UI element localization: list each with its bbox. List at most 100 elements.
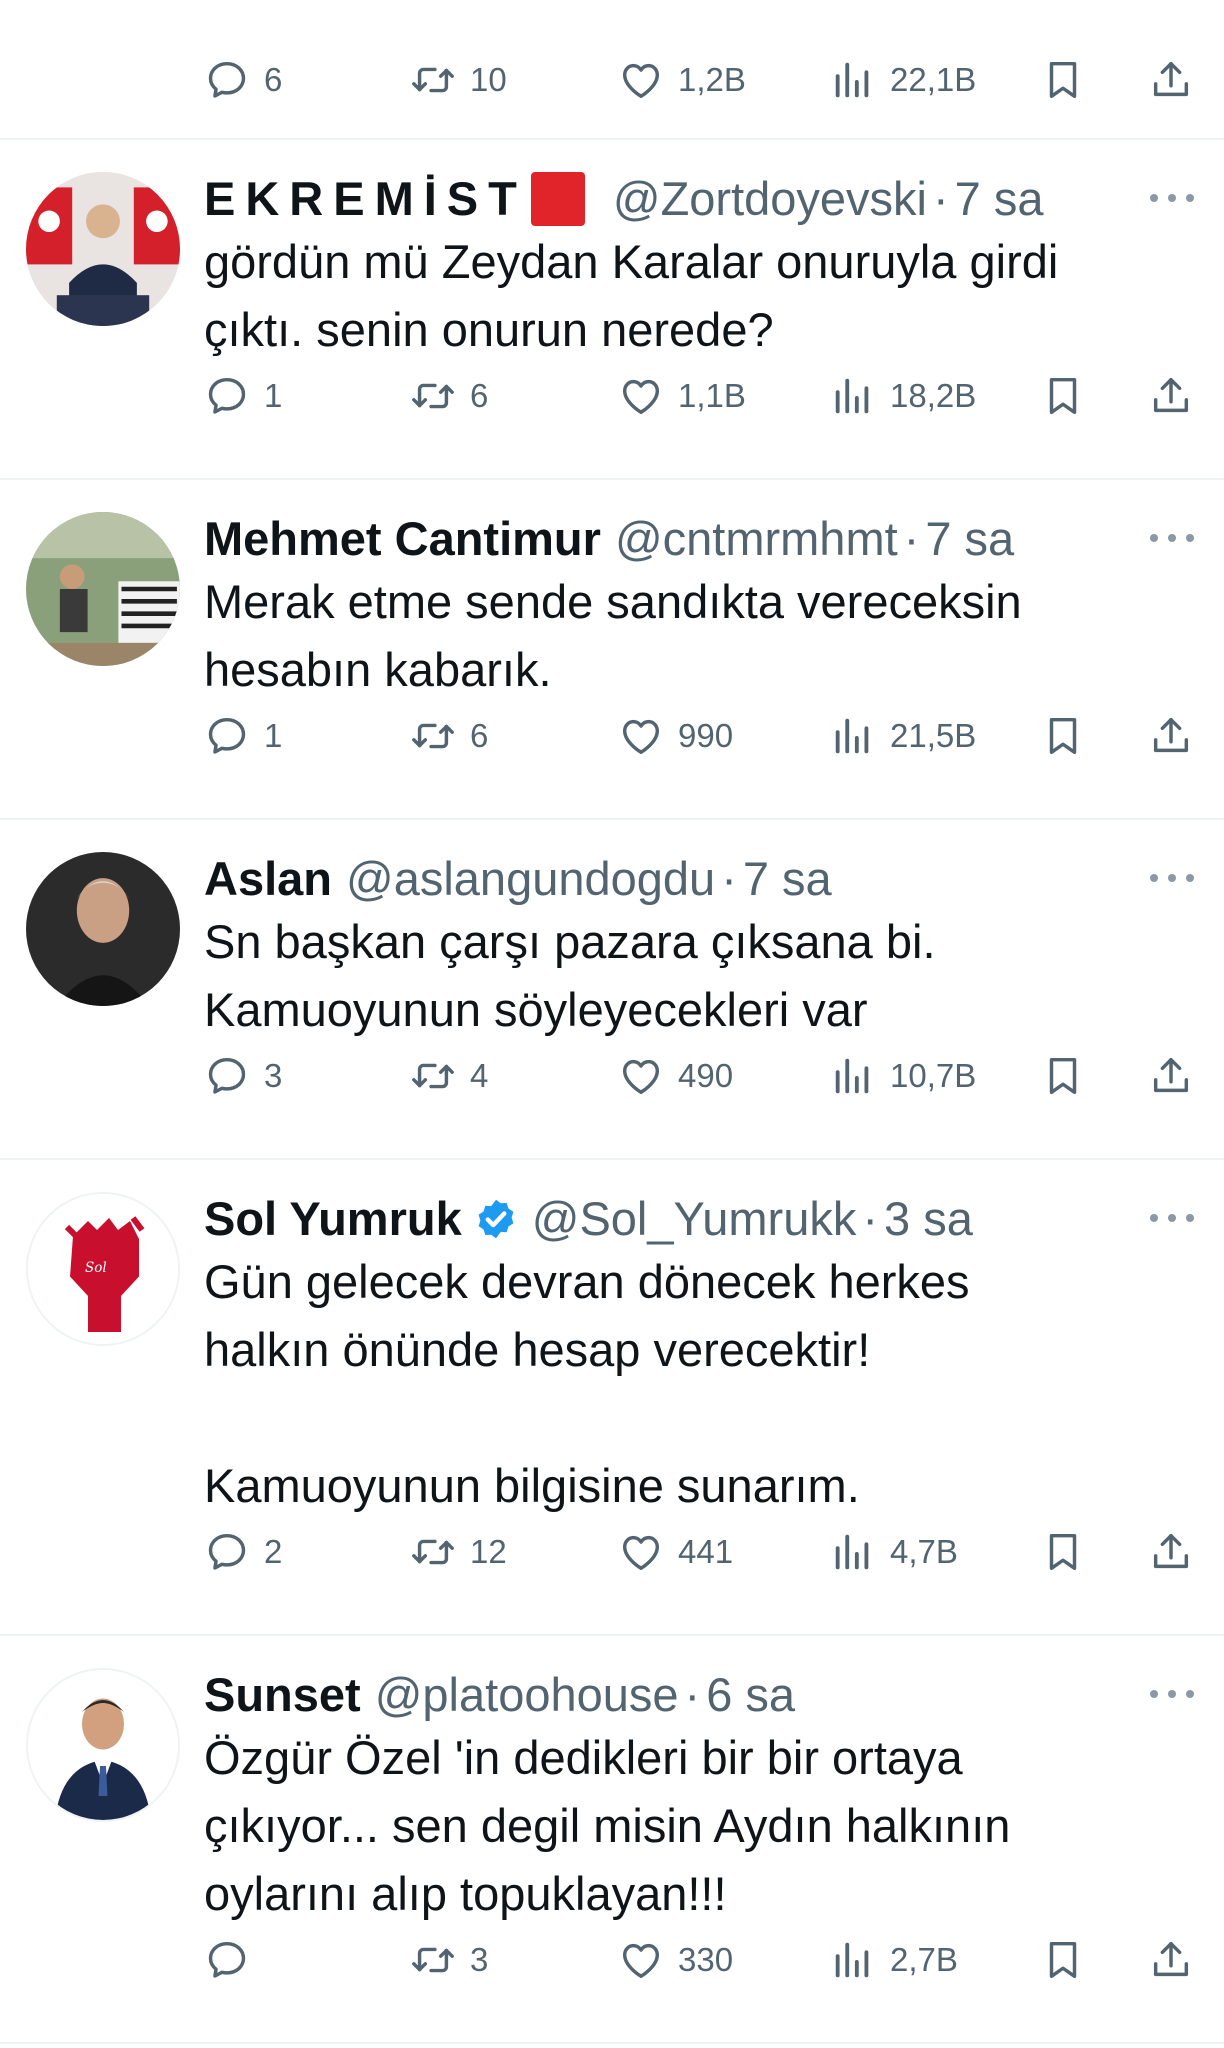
- user-handle[interactable]: @Zortdoyevski: [613, 168, 927, 230]
- reply-count: 1: [264, 377, 283, 414]
- retweet-count: 12: [470, 1533, 507, 1570]
- bookmark-button[interactable]: [1040, 1036, 1086, 1116]
- tweet[interactable]: Aslan @aslangundogdu · 7 sa Sn başkan ça…: [0, 820, 1224, 1160]
- more-icon[interactable]: [1150, 1674, 1194, 1714]
- tweet[interactable]: Sunset @platoohouse · 6 sa Özgür Özel 'i…: [0, 1636, 1224, 2044]
- share-button[interactable]: [1148, 1920, 1194, 2000]
- display-name[interactable]: EKREMİST: [204, 168, 527, 230]
- avatar-image: Sol: [28, 1194, 178, 1344]
- user-handle[interactable]: @Sol_Yumrukk: [532, 1188, 857, 1250]
- share-button[interactable]: [1148, 1512, 1194, 1592]
- avatar[interactable]: [26, 512, 180, 666]
- more-icon[interactable]: [1150, 1198, 1194, 1238]
- views-button[interactable]: 2,7B: [830, 1920, 958, 2000]
- reply-button[interactable]: 3: [204, 1036, 282, 1116]
- user-handle[interactable]: @platoohouse: [375, 1664, 679, 1726]
- views-count: 2,7B: [890, 1941, 958, 1978]
- retweet-button[interactable]: 10: [410, 40, 507, 120]
- tweet[interactable]: Sol Sol Yumruk @Sol_Yumrukk · 3 sa Gün g…: [0, 1160, 1224, 1636]
- reply-icon: [204, 1937, 250, 1983]
- avatar[interactable]: [26, 172, 180, 326]
- like-button[interactable]: 490: [618, 1036, 733, 1116]
- retweet-count: 10: [470, 61, 507, 98]
- timestamp[interactable]: 7 sa: [743, 848, 832, 910]
- views-button[interactable]: 18,2B: [830, 356, 976, 436]
- like-button[interactable]: 330: [618, 1920, 733, 2000]
- reply-button[interactable]: 6: [204, 40, 282, 120]
- reply-button[interactable]: 1: [204, 356, 282, 436]
- retweet-button[interactable]: 12: [410, 1512, 507, 1592]
- display-name[interactable]: Sol Yumruk: [204, 1188, 462, 1250]
- display-name[interactable]: Mehmet Cantimur: [204, 508, 601, 570]
- reply-button[interactable]: 2: [204, 1512, 282, 1592]
- tweet[interactable]: Mehmet Cantimur @cntmrmhmt · 7 sa Merak …: [0, 480, 1224, 820]
- reply-button[interactable]: [204, 1920, 264, 2000]
- reply-icon: [204, 57, 250, 103]
- share-icon: [1148, 1937, 1194, 1983]
- like-button[interactable]: 1,2B: [618, 40, 746, 120]
- retweet-button[interactable]: 6: [410, 696, 488, 776]
- display-name[interactable]: Aslan: [204, 848, 332, 910]
- retweet-button[interactable]: 6: [410, 356, 488, 436]
- tweet-text-line: Gün gelecek devran dönecek herkes: [204, 1255, 970, 1308]
- reply-button[interactable]: 1: [204, 696, 282, 776]
- more-icon[interactable]: [1150, 518, 1194, 558]
- tweet-text-line: Özgür Özel 'in dedikleri bir bir ortaya: [204, 1731, 963, 1784]
- reply-count: 1: [264, 717, 283, 754]
- red-square-emoji: [530, 172, 585, 226]
- tweet[interactable]: EKREMİST @Zortdoyevski · 7 sa gördün mü …: [0, 140, 1224, 480]
- bookmark-button[interactable]: [1040, 1512, 1086, 1592]
- verified-badge-icon: [474, 1197, 518, 1241]
- retweet-icon: [410, 373, 456, 419]
- tweet-text-blank-line: [204, 1384, 1184, 1452]
- views-icon: [830, 713, 876, 759]
- like-count: 441: [678, 1533, 734, 1570]
- action-bar: 2 12 441 4,7B: [0, 1512, 1224, 1592]
- timestamp[interactable]: 7 sa: [925, 508, 1014, 570]
- retweet-button[interactable]: 3: [410, 1920, 488, 2000]
- views-button[interactable]: 4,7B: [830, 1512, 958, 1592]
- avatar[interactable]: [26, 1668, 180, 1822]
- tweet-header: Mehmet Cantimur @cntmrmhmt · 7 sa: [204, 508, 1204, 570]
- views-button[interactable]: 10,7B: [830, 1036, 976, 1116]
- share-button[interactable]: [1148, 356, 1194, 436]
- timestamp[interactable]: 3 sa: [884, 1188, 973, 1250]
- share-button[interactable]: [1148, 40, 1194, 120]
- more-icon[interactable]: [1150, 178, 1194, 218]
- views-icon: [830, 373, 876, 419]
- tweet-text-line: Sn başkan çarşı pazara çıksana bi.: [204, 915, 936, 968]
- like-icon: [618, 1529, 664, 1575]
- share-icon: [1148, 1529, 1194, 1575]
- bookmark-icon: [1040, 1529, 1086, 1575]
- timestamp[interactable]: 7 sa: [955, 168, 1044, 230]
- like-button[interactable]: 990: [618, 696, 733, 776]
- timestamp[interactable]: 6 sa: [706, 1664, 795, 1726]
- bookmark-button[interactable]: [1040, 696, 1086, 776]
- like-button[interactable]: 1,1B: [618, 356, 746, 436]
- like-icon: [618, 1053, 664, 1099]
- reply-icon: [204, 713, 250, 759]
- share-button[interactable]: [1148, 1036, 1194, 1116]
- separator-dot: ·: [903, 512, 920, 565]
- bookmark-button[interactable]: [1040, 356, 1086, 436]
- avatar[interactable]: Sol: [26, 1192, 180, 1346]
- like-button[interactable]: 441: [618, 1512, 733, 1592]
- bookmark-button[interactable]: [1040, 40, 1086, 120]
- views-icon: [830, 57, 876, 103]
- views-button[interactable]: 22,1B: [830, 40, 976, 120]
- retweet-button[interactable]: 4: [410, 1036, 488, 1116]
- more-icon[interactable]: [1150, 858, 1194, 898]
- retweet-count: 6: [470, 717, 489, 754]
- tweet-text: Sn başkan çarşı pazara çıksana bi. Kamuo…: [204, 908, 1184, 1044]
- bookmark-button[interactable]: [1040, 1920, 1086, 2000]
- share-button[interactable]: [1148, 696, 1194, 776]
- views-button[interactable]: 21,5B: [830, 696, 976, 776]
- tweet-header: Sunset @platoohouse · 6 sa: [204, 1664, 1204, 1726]
- views-icon: [830, 1053, 876, 1099]
- display-name[interactable]: Sunset: [204, 1664, 361, 1726]
- share-icon: [1148, 713, 1194, 759]
- avatar[interactable]: [26, 852, 180, 1006]
- tweet-text: Gün gelecek devran dönecek herkes halkın…: [204, 1248, 1184, 1520]
- user-handle[interactable]: @aslangundogdu: [346, 848, 715, 910]
- user-handle[interactable]: @cntmrmhmt: [615, 508, 898, 570]
